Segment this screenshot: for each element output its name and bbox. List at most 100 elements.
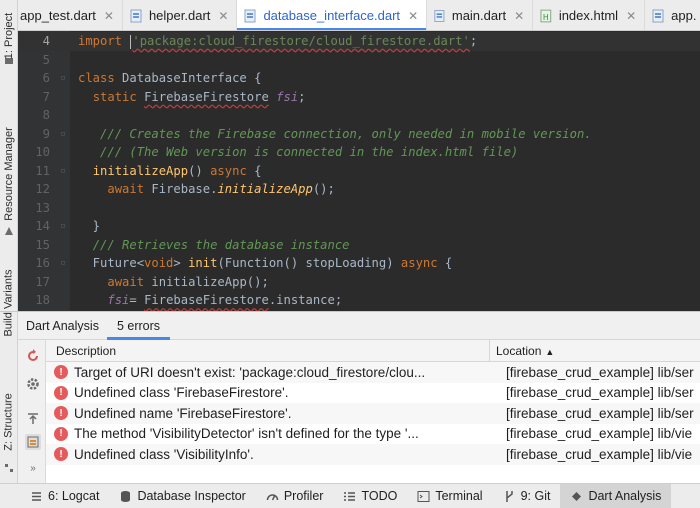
description-header-label: Description [56,343,117,358]
line-number: 17 [35,274,50,289]
code-token: void [144,256,174,271]
tab-main[interactable]: main.dart ✕ [427,0,534,30]
error-location: [firebase_crud_example] lib/vie [506,426,693,442]
code-line[interactable]: 17 await initializeApp(); [18,273,700,292]
logcat-icon [32,491,41,501]
tab-database-interface[interactable]: database_interface.dart ✕ [237,0,428,30]
dart-file-icon [652,9,664,22]
code-line[interactable]: 10 /// (The Web version is connected in … [18,143,700,162]
tab-app[interactable]: app. [645,0,700,30]
git-icon [505,490,513,502]
dart-file-icon [434,9,445,22]
line-number: 8 [42,108,50,123]
error-icon: ! [54,447,68,462]
resource-manager-tool-tab[interactable]: Resource Manager [0,108,18,240]
database-inspector-tool-button[interactable]: Database Inspector [109,484,255,508]
code-line[interactable]: 4 import 'package:cloud_firestore/cloud_f… [18,32,700,51]
fold-icon[interactable]: ▫ [56,73,70,83]
database-inspector-label: Database Inspector [137,489,246,503]
fold-icon[interactable]: ▫ [56,221,70,231]
code-line[interactable]: 12 await Firebase.initializeApp(); [18,180,700,199]
code-line[interactable]: 14 ▫ } [18,217,700,236]
code-text: class DatabaseInterface { [70,71,261,85]
table-row[interactable]: ! The method 'VisibilityDetector' isn't d… [46,424,700,445]
line-number: 16 [35,256,50,271]
code-line[interactable]: 8 [18,106,700,125]
tab-label: app_test.dart [20,8,96,23]
tab-label: main.dart [451,8,507,23]
error-location: [firebase_crud_example] lib/ser [506,405,694,421]
code-line[interactable]: 11 ▫ initializeApp() async { [18,162,700,181]
code-line[interactable]: 7 static FirebaseFirestore fsi; [18,88,700,107]
code-line[interactable]: 5 [18,51,700,70]
error-icon: ! [54,406,68,421]
resource-icon [5,227,13,235]
build-variants-tool-label: Build Variants [3,269,15,337]
code-line[interactable]: 6 ▫ class DatabaseInterface { [18,69,700,88]
dart-analysis-label: Dart Analysis [588,489,662,503]
code-line[interactable]: 9 ▫ /// Creates the Firebase connection, … [18,125,700,144]
profiler-label: Profiler [283,489,324,503]
code-editor[interactable]: 4 import 'package:cloud_firestore/cloud_f… [18,31,700,311]
code-text: fsi= FirebaseFirestore.instance; [70,293,342,307]
tab-index-html[interactable]: H index.html ✕ [533,0,646,30]
location-column-header[interactable]: Location ▲ [490,340,554,362]
project-tool-tab[interactable]: 1: Project [0,4,18,68]
table-row[interactable]: ! Target of URI doesn't exist: 'package:c… [46,362,700,383]
refresh-icon[interactable] [25,348,41,364]
html-file-icon: H [540,9,552,22]
code-line[interactable]: 13 [18,199,700,218]
code-token: import [78,34,130,48]
scroll-to-source-icon[interactable] [25,410,41,426]
git-label: 9: Git [520,489,551,503]
error-description: Undefined class 'FirebaseFirestore'. [74,385,289,401]
close-icon[interactable]: ✕ [626,9,636,23]
settings-icon[interactable] [25,376,41,392]
fold-icon[interactable]: ▫ [56,129,70,139]
fold-icon[interactable]: ▫ [56,166,70,176]
sort-ascending-icon: ▲ [545,346,555,357]
line-number: 11 [35,163,50,178]
more-icon[interactable]: » [25,460,41,476]
todo-tool-button[interactable]: TODO [333,484,407,508]
svg-text:H: H [543,12,549,21]
group-by-icon[interactable] [25,434,41,450]
code-line[interactable]: 18 fsi= FirebaseFirestore.instance; [18,291,700,310]
dart-analysis-panel: Dart Analysis 5 errors » Description Loc… [18,312,700,483]
code-token: /// Creates the Firebase connection, onl… [100,126,592,141]
git-tool-button[interactable]: 9: Git [493,484,561,508]
code-token: class [78,71,123,86]
structure-tool-label: Z: Structure [3,393,15,451]
profiler-tool-button[interactable]: Profiler [256,484,334,508]
errors-tab[interactable]: 5 errors [106,312,171,340]
code-text: initializeApp() async { [70,164,262,178]
tab-app-test[interactable]: app_test.dart ✕ [18,0,123,30]
code-line[interactable]: 16 ▫ Future<void> init(Function() stopLoa… [18,254,700,273]
close-icon[interactable]: ✕ [218,9,228,23]
code-line[interactable]: 15 /// Retrieves the database instance [18,236,700,255]
close-icon[interactable]: ✕ [104,9,114,23]
code-token: Future< [78,256,145,271]
close-icon[interactable]: ✕ [408,9,418,23]
close-icon[interactable]: ✕ [514,9,524,23]
build-variants-tool-tab[interactable]: Build Variants [0,258,18,348]
code-token: { [444,256,453,271]
logcat-tool-button[interactable]: 6: Logcat [0,484,109,508]
line-number: 15 [35,237,50,252]
error-icon: ! [54,426,68,441]
fold-icon[interactable]: ▫ [56,258,70,268]
structure-tool-tab[interactable]: Z: Structure [0,384,18,460]
tab-helper[interactable]: helper.dart ✕ [123,0,238,30]
dart-analysis-tool-button[interactable]: Dart Analysis [560,483,672,508]
table-row[interactable]: ! Undefined class 'FirebaseFirestore'. [fi… [46,383,700,404]
table-row[interactable]: ! Undefined name 'FirebaseFirestore'. [fir… [46,403,700,424]
table-row[interactable]: ! Undefined class 'VisibilityInfo'. [fireb… [46,444,700,465]
description-column-header[interactable]: Description [46,340,490,362]
code-token: fsi [276,89,299,104]
code-token: await [107,274,152,289]
todo-label: TODO [361,489,398,503]
terminal-tool-button[interactable]: Terminal [407,484,492,508]
